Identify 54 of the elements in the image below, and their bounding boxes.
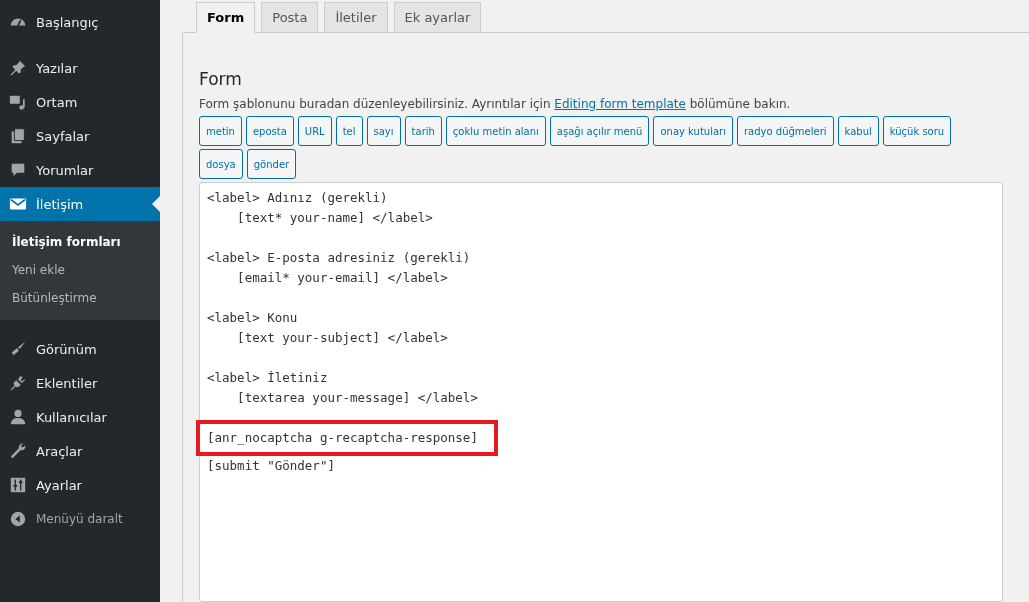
pages-icon — [9, 127, 27, 145]
code-line: <label> E-posta adresiniz (gerekli) — [207, 249, 471, 267]
code-line: <label> İletiniz — [207, 369, 328, 387]
code-line: [text* your-name] </label> — [236, 209, 433, 227]
section-title: Form — [199, 69, 243, 89]
tag-button[interactable]: onay kutuları — [653, 116, 733, 146]
code-line: [email* your-email] </label> — [236, 269, 448, 287]
code-line: [text your-subject] </label> — [236, 329, 448, 347]
submenu-item[interactable]: Yeni ekle — [0, 256, 160, 284]
media-icon — [9, 93, 27, 111]
tag-button[interactable]: eposta — [245, 116, 294, 146]
tab[interactable]: Form — [196, 2, 256, 33]
tag-button[interactable]: kabul — [837, 116, 879, 146]
menu-item[interactable]: Başlangıç — [0, 5, 160, 39]
menu-item[interactable]: Görünüm — [0, 332, 160, 366]
tab[interactable]: Ek ayarlar — [393, 2, 482, 33]
menu-item[interactable]: Eklentiler — [0, 366, 160, 400]
tag-button[interactable]: tel — [335, 116, 363, 146]
submenu-item[interactable]: İletişim formları — [0, 228, 160, 256]
user-icon — [9, 408, 27, 426]
intro-text: Form şablonunu buradan düzenleyebilirsiniz. Ayrıntılar için Editing form template bölümüne bakın. — [199, 97, 792, 111]
tag-button[interactable]: URL — [297, 116, 332, 146]
plug-icon — [9, 374, 27, 392]
tag-button[interactable]: çoklu metin alanı — [445, 116, 546, 146]
menu-item[interactable]: Yorumlar — [0, 153, 160, 187]
code-line: <label> Konu — [207, 309, 298, 327]
menu-item[interactable]: Ortam — [0, 85, 160, 119]
form-template-editor[interactable] — [199, 182, 1003, 602]
tab[interactable]: Posta — [261, 2, 319, 33]
sliders-icon — [9, 476, 27, 494]
menu-item[interactable]: Kullanıcılar — [0, 400, 160, 434]
collapse-menu-button[interactable]: Menüyü daralt — [0, 502, 160, 536]
brush-icon — [9, 340, 27, 358]
menu-item[interactable]: Ayarlar — [0, 468, 160, 502]
menu-item[interactable]: İletişim — [0, 187, 160, 221]
tag-button[interactable]: radyo düğmeleri — [737, 116, 834, 146]
tag-button[interactable]: küçük soru — [882, 116, 952, 146]
tab[interactable]: İletiler — [324, 2, 388, 33]
code-line: [textarea your-message] </label> — [236, 389, 478, 407]
tag-button[interactable]: sayı — [366, 116, 401, 146]
tag-button[interactable]: aşağı açılır menü — [549, 116, 650, 146]
submenu-item[interactable]: Bütünleştirme — [0, 284, 160, 312]
wrench-icon — [9, 442, 27, 460]
tag-button[interactable]: tarih — [404, 116, 442, 146]
menu-item[interactable]: Araçlar — [0, 434, 160, 468]
tag-button[interactable]: dosya — [199, 149, 243, 179]
code-line: <label> Adınız (gerekli) — [207, 189, 388, 207]
menu-item[interactable]: Sayfalar — [0, 119, 160, 153]
code-line: [submit "Gönder"] — [207, 457, 335, 475]
menu-item[interactable]: Yazılar — [0, 51, 160, 85]
template-link[interactable]: Editing form template — [554, 97, 686, 111]
tag-button[interactable]: gönder — [246, 149, 297, 179]
pin-icon — [9, 59, 27, 77]
tag-button[interactable]: metin — [199, 116, 242, 146]
